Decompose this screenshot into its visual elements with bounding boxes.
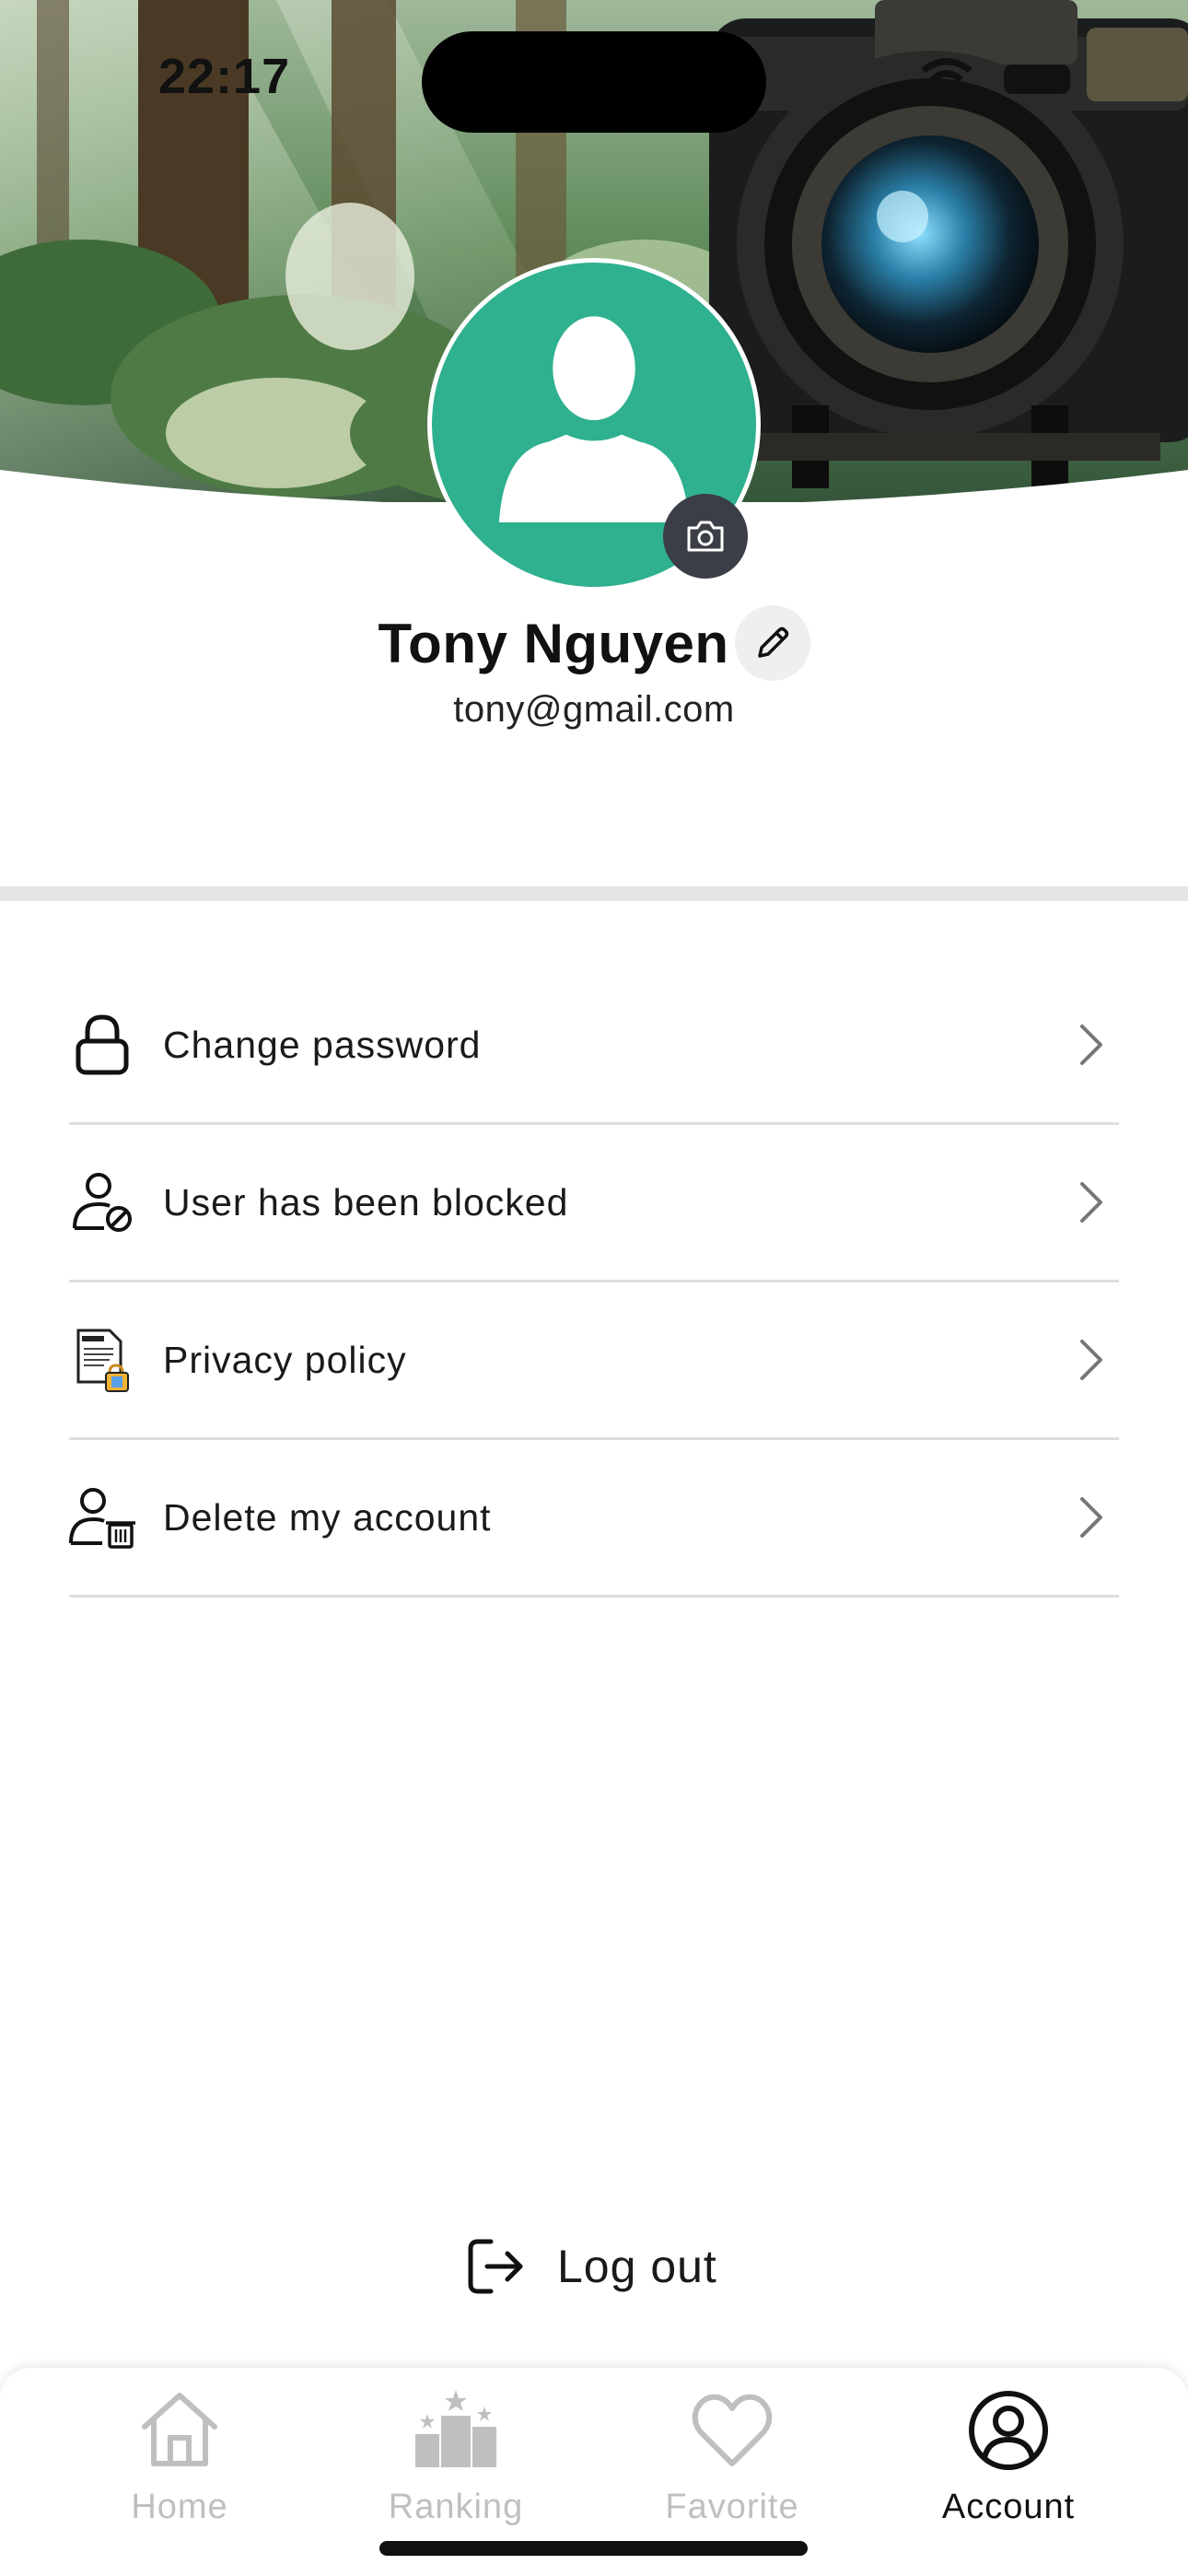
status-icons: [921, 57, 1077, 98]
heart-icon: [692, 2394, 773, 2466]
lock-icon: [69, 1012, 135, 1078]
tab-label: Ranking: [388, 2488, 524, 2526]
profile-email: tony@gmail.com: [453, 689, 735, 730]
menu-item-delete-account[interactable]: Delete my account: [69, 1440, 1119, 1598]
privacy-policy-icon: [69, 1327, 135, 1393]
delete-account-icon: [69, 1484, 135, 1551]
menu-item-label: Privacy policy: [163, 1338, 407, 1381]
chevron-right-icon: [1080, 1497, 1102, 1538]
tab-favorite[interactable]: Favorite: [622, 2386, 843, 2543]
status-time: 22:17: [158, 49, 291, 104]
menu-item-privacy-policy[interactable]: Privacy policy: [69, 1282, 1119, 1440]
pencil-icon: [757, 626, 788, 658]
profile-name-row: Tony Nguyen: [0, 605, 1188, 681]
wifi-icon: [921, 58, 973, 94]
chevron-right-icon: [1080, 1182, 1102, 1223]
menu-item-change-password[interactable]: Change password: [69, 967, 1119, 1125]
battery-icon: [1004, 64, 1070, 94]
chevron-right-icon: [1080, 1340, 1102, 1380]
menu-item-label: Change password: [163, 1023, 482, 1066]
logout-button[interactable]: Log out: [465, 2230, 741, 2303]
camera-icon: [687, 521, 724, 552]
change-avatar-button[interactable]: [663, 494, 748, 579]
chevron-right-icon: [1080, 1025, 1102, 1065]
ranking-icon: [415, 2390, 496, 2467]
tab-label: Home: [131, 2488, 228, 2526]
menu-item-label: Delete my account: [163, 1495, 492, 1539]
home-icon: [142, 2393, 217, 2466]
tab-home[interactable]: Home: [69, 2386, 290, 2543]
menu-item-label: User has been blocked: [163, 1180, 569, 1224]
logout-label: Log out: [557, 2241, 717, 2292]
tab-account[interactable]: Account: [898, 2386, 1119, 2543]
tab-ranking[interactable]: Ranking: [345, 2386, 566, 2543]
dynamic-island: [422, 31, 766, 133]
settings-menu: Change password User has been blocked Pr…: [69, 967, 1119, 1598]
edit-name-button[interactable]: [734, 605, 810, 681]
tab-label: Favorite: [665, 2488, 799, 2526]
home-indicator: [379, 2541, 808, 2556]
logout-icon: [468, 2239, 523, 2294]
profile-name: Tony Nguyen: [378, 612, 729, 674]
user-blocked-icon: [69, 1169, 135, 1235]
tab-label: Account: [941, 2488, 1076, 2526]
section-divider: [0, 886, 1188, 901]
menu-item-blocked-users[interactable]: User has been blocked: [69, 1125, 1119, 1282]
account-icon: [969, 2391, 1048, 2470]
